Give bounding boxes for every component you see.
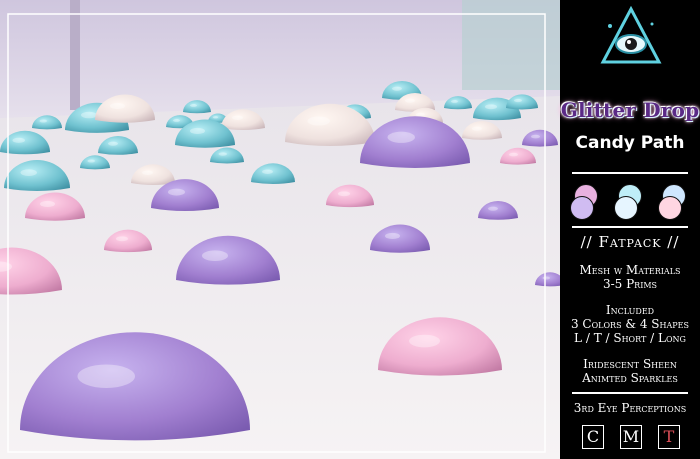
dome-highlight — [12, 137, 25, 143]
sheen-line-1: Iridescent Sheen — [583, 357, 677, 371]
dome-highlight — [485, 104, 497, 110]
divider — [572, 392, 688, 394]
dome-highlight — [387, 131, 415, 143]
included-title: Included — [605, 303, 655, 317]
dome-highlight — [87, 159, 95, 163]
divider — [572, 172, 688, 174]
product-ad: Glitter Drop Candy Path // Fatpack // Me… — [0, 0, 700, 459]
fatpack-label: // Fatpack // — [580, 233, 680, 251]
mod-button[interactable]: M — [620, 425, 642, 449]
dome-highlight — [77, 364, 135, 388]
swatch-aqua-front — [614, 196, 638, 220]
dome-highlight — [409, 334, 440, 348]
dome-highlight — [218, 152, 227, 156]
dome-highlight — [385, 232, 400, 240]
included-line-1: 3 Colors & 4 Shapes — [570, 317, 689, 331]
dome-highlight — [416, 112, 425, 117]
dome-highlight — [40, 200, 55, 208]
dome-highlight — [213, 116, 218, 119]
complete-button[interactable]: C — [582, 425, 604, 449]
info-panel: Glitter Drop Candy Path // Fatpack // Me… — [560, 0, 700, 459]
dome-highlight — [168, 188, 185, 196]
eye-triangle-logo-icon — [600, 6, 662, 64]
candy-path-render — [0, 0, 560, 459]
wall-pillar — [70, 0, 80, 110]
dome-highlight — [190, 127, 205, 135]
dome-highlight — [405, 98, 415, 103]
dome-highlight — [20, 169, 37, 176]
dome-highlight — [190, 104, 197, 107]
dome-highlight — [514, 98, 522, 103]
dome-highlight — [202, 250, 228, 261]
dome-highlight — [142, 170, 153, 175]
product-subtitle: Candy Path — [575, 133, 685, 153]
swatch-pink-front — [570, 196, 594, 220]
dome-highlight — [509, 152, 518, 157]
mesh-line-2: 3-5 Prims — [602, 277, 658, 291]
dome-highlight — [110, 102, 125, 110]
dome-highlight — [488, 206, 498, 211]
dome-highlight — [108, 141, 118, 146]
swatch-pearl-front — [658, 196, 682, 220]
dome-highlight — [262, 169, 273, 174]
dome-highlight — [307, 116, 330, 126]
color-swatches — [570, 182, 690, 222]
included-line-2: L / T / Short / Long — [574, 331, 686, 345]
dome-highlight — [173, 119, 180, 122]
dome-highlight — [392, 86, 402, 91]
transfer-button[interactable]: T — [658, 425, 680, 449]
product-title: Glitter Drop — [560, 98, 700, 122]
dome-highlight — [338, 191, 350, 197]
dome-highlight — [531, 134, 540, 139]
mesh-line-1: Mesh w Materials — [579, 263, 681, 277]
dome-highlight — [232, 115, 243, 120]
dome-highlight — [451, 100, 458, 103]
creator-credit: 3rd Eye Perceptions — [573, 401, 687, 415]
dome-highlight — [472, 126, 482, 131]
dome-highlight — [116, 236, 128, 242]
dome-highlight — [39, 119, 47, 123]
scene-render — [0, 0, 560, 459]
dome-highlight — [81, 111, 97, 119]
dome-highlight — [542, 276, 550, 280]
sheen-line-2: Animted Sparkles — [582, 371, 678, 385]
divider — [572, 226, 688, 228]
